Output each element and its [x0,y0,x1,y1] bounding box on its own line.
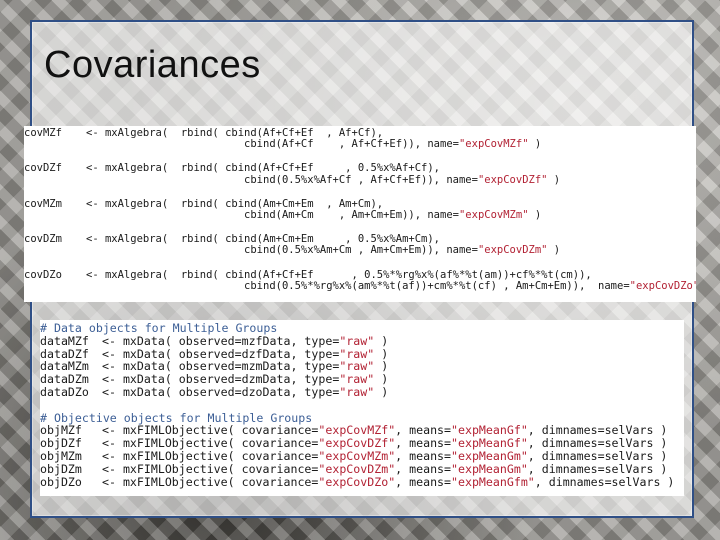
code-line-label: objDZm [40,461,82,476]
code-line-text: <- mxFIMLObjective( covariance="expCovDZ… [102,474,675,489]
code-line-label: covDZo [24,268,62,281]
code-line-label: covMZf [24,127,62,139]
code-line-label: covMZm [24,197,62,210]
code-line-text: <- mxAlgebra( rbind( cbind(Af+Cf+Ef , 0.… [86,268,592,281]
code-line-label: covDZm [24,233,62,246]
code-line-text: cbind(Am+Cm , Am+Cm+Em)), name="expCovMZ… [86,208,542,221]
code-line-label: covDZf [24,162,62,175]
code-line-text: <- mxData( observed=dzoData, type="raw" … [102,384,389,399]
algebra-code-line: cbind(0.5%*%rg%x%(am%*%t(af))+cm%*%t(cf)… [24,279,696,292]
code-line-label: objDZo [40,474,82,489]
code-line-text: <- mxAlgebra( rbind( cbind(Af+Cf+Ef , Af… [86,127,384,139]
data-code-line: dataDZo <- mxData( observed=dzoData, type… [40,386,684,399]
code-line-text: <- mxAlgebra( rbind( cbind(Am+Cm+Em , Am… [86,197,384,210]
code-line-text: cbind(0.5%x%Am+Cm , Am+Cm+Em)), name="ex… [86,244,561,257]
code-gap [40,399,684,412]
code-line-text: cbind(0.5%x%Af+Cf , Af+Cf+Ef)), name="ex… [86,173,561,186]
code-line-text: <- mxAlgebra( rbind( cbind(Af+Cf+Ef , 0.… [86,162,441,175]
slide-title: Covariances [44,44,261,86]
algebra-code-block: covMZf <- mxAlgebra( rbind( cbind(Af+Cf+E… [24,126,696,302]
code-line-label: dataMZf [40,333,89,348]
algebra-code-line: cbind(Am+Cm , Am+Cm+Em)), name="expCovMZ… [24,208,696,221]
algebra-code-line: cbind(0.5%x%Am+Cm , Am+Cm+Em)), name="ex… [24,245,696,256]
algebra-code-line: cbind(Af+Cf , Af+Cf+Ef)), name="expCovMZ… [24,139,696,150]
objective-code-line: objDZo <- mxFIMLObjective( covariance="ex… [40,474,684,489]
code-line-label: dataDZo [40,384,89,399]
objects-code-block: # Data objects for Multiple Groups dataMZ… [40,320,684,496]
code-line-text: <- mxAlgebra( rbind( cbind(Am+Cm+Em , 0.… [86,233,441,246]
code-line-label: objMZm [40,448,82,463]
code-line-text: cbind(Af+Cf , Af+Cf+Ef)), name="expCovMZ… [86,138,542,151]
algebra-code-line: cbind(0.5%x%Af+Cf , Af+Cf+Ef)), name="ex… [24,173,696,186]
code-line-text: cbind(0.5%*%rg%x%(am%*%t(af))+cm%*%t(cf)… [86,279,696,292]
